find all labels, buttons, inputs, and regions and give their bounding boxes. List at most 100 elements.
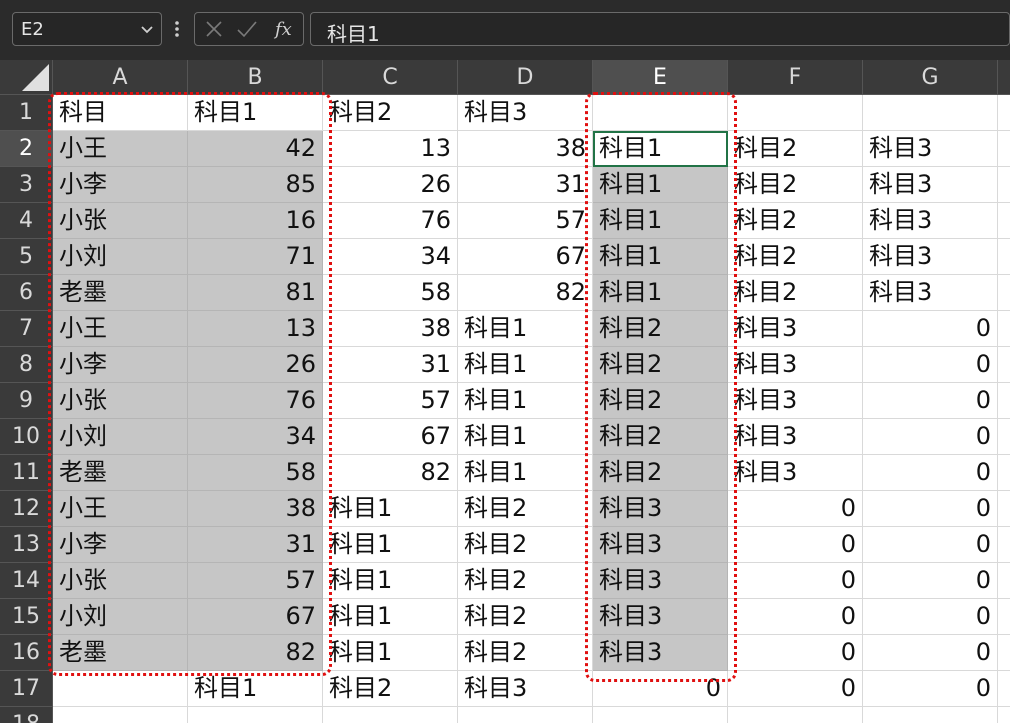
row-header-10[interactable]: 10: [0, 419, 53, 455]
enter-check-icon[interactable]: [235, 18, 259, 40]
name-box[interactable]: E2: [12, 12, 162, 46]
cell-C14[interactable]: 科目1: [323, 563, 458, 599]
cell-H3[interactable]: [998, 167, 1010, 203]
cell-F15[interactable]: 0: [728, 599, 863, 635]
cell-H11[interactable]: [998, 455, 1010, 491]
cell-C8[interactable]: 31: [323, 347, 458, 383]
cell-C7[interactable]: 38: [323, 311, 458, 347]
cell-F2[interactable]: 科目2: [728, 131, 863, 167]
cell-D15[interactable]: 科目2: [458, 599, 593, 635]
row-header-18[interactable]: 18: [0, 707, 53, 723]
cell-H18[interactable]: [998, 707, 1010, 723]
cell-B14[interactable]: 57: [188, 563, 323, 599]
cell-E2[interactable]: 科目1: [593, 131, 728, 167]
cell-G10[interactable]: 0: [863, 419, 998, 455]
cell-D4[interactable]: 57: [458, 203, 593, 239]
cell-G1[interactable]: [863, 95, 998, 131]
cell-A18[interactable]: [53, 707, 188, 723]
cell-D1[interactable]: 科目3: [458, 95, 593, 131]
cell-C3[interactable]: 26: [323, 167, 458, 203]
cell-A7[interactable]: 小王: [53, 311, 188, 347]
cell-D11[interactable]: 科目1: [458, 455, 593, 491]
formula-input[interactable]: 科目1: [310, 12, 1010, 46]
row-header-4[interactable]: 4: [0, 203, 53, 239]
cell-D8[interactable]: 科目1: [458, 347, 593, 383]
cell-B11[interactable]: 58: [188, 455, 323, 491]
cell-D3[interactable]: 31: [458, 167, 593, 203]
cell-F5[interactable]: 科目2: [728, 239, 863, 275]
cell-D6[interactable]: 82: [458, 275, 593, 311]
cell-H17[interactable]: [998, 671, 1010, 707]
cell-G2[interactable]: 科目3: [863, 131, 998, 167]
cell-F10[interactable]: 科目3: [728, 419, 863, 455]
cell-A15[interactable]: 小刘: [53, 599, 188, 635]
cell-A12[interactable]: 小王: [53, 491, 188, 527]
cell-B15[interactable]: 67: [188, 599, 323, 635]
cell-D5[interactable]: 67: [458, 239, 593, 275]
cell-B6[interactable]: 81: [188, 275, 323, 311]
row-header-11[interactable]: 11: [0, 455, 53, 491]
cell-H9[interactable]: [998, 383, 1010, 419]
cell-E7[interactable]: 科目2: [593, 311, 728, 347]
column-header-A[interactable]: A: [53, 60, 188, 95]
cell-D18[interactable]: [458, 707, 593, 723]
cell-D12[interactable]: 科目2: [458, 491, 593, 527]
cell-A9[interactable]: 小张: [53, 383, 188, 419]
cell-B13[interactable]: 31: [188, 527, 323, 563]
column-header-C[interactable]: C: [323, 60, 458, 95]
insert-function-icon[interactable]: fx: [273, 17, 299, 41]
cell-H5[interactable]: [998, 239, 1010, 275]
row-header-9[interactable]: 9: [0, 383, 53, 419]
cell-A1[interactable]: 科目: [53, 95, 188, 131]
cell-H6[interactable]: [998, 275, 1010, 311]
cell-F18[interactable]: [728, 707, 863, 723]
cell-C4[interactable]: 76: [323, 203, 458, 239]
cancel-icon[interactable]: [203, 18, 225, 40]
cell-G4[interactable]: 科目3: [863, 203, 998, 239]
cell-F9[interactable]: 科目3: [728, 383, 863, 419]
cell-B5[interactable]: 71: [188, 239, 323, 275]
cell-F4[interactable]: 科目2: [728, 203, 863, 239]
cell-G3[interactable]: 科目3: [863, 167, 998, 203]
cell-A3[interactable]: 小李: [53, 167, 188, 203]
cell-E8[interactable]: 科目2: [593, 347, 728, 383]
cell-C17[interactable]: 科目2: [323, 671, 458, 707]
cell-C9[interactable]: 57: [323, 383, 458, 419]
cell-G12[interactable]: 0: [863, 491, 998, 527]
cell-A2[interactable]: 小王: [53, 131, 188, 167]
cell-E14[interactable]: 科目3: [593, 563, 728, 599]
cell-C12[interactable]: 科目1: [323, 491, 458, 527]
cell-G6[interactable]: 科目3: [863, 275, 998, 311]
cell-H16[interactable]: [998, 635, 1010, 671]
cell-F6[interactable]: 科目2: [728, 275, 863, 311]
cell-H15[interactable]: [998, 599, 1010, 635]
cell-H10[interactable]: [998, 419, 1010, 455]
cell-C11[interactable]: 82: [323, 455, 458, 491]
cell-F17[interactable]: 0: [728, 671, 863, 707]
cell-H8[interactable]: [998, 347, 1010, 383]
cell-C6[interactable]: 58: [323, 275, 458, 311]
cell-B16[interactable]: 82: [188, 635, 323, 671]
cell-D17[interactable]: 科目3: [458, 671, 593, 707]
cell-D16[interactable]: 科目2: [458, 635, 593, 671]
cell-G13[interactable]: 0: [863, 527, 998, 563]
row-header-7[interactable]: 7: [0, 311, 53, 347]
cell-B1[interactable]: 科目1: [188, 95, 323, 131]
cell-F3[interactable]: 科目2: [728, 167, 863, 203]
cell-C10[interactable]: 67: [323, 419, 458, 455]
cell-D10[interactable]: 科目1: [458, 419, 593, 455]
cell-F14[interactable]: 0: [728, 563, 863, 599]
cell-E3[interactable]: 科目1: [593, 167, 728, 203]
cell-C15[interactable]: 科目1: [323, 599, 458, 635]
cell-H4[interactable]: [998, 203, 1010, 239]
cell-F13[interactable]: 0: [728, 527, 863, 563]
cell-B7[interactable]: 13: [188, 311, 323, 347]
cell-E11[interactable]: 科目2: [593, 455, 728, 491]
cell-D7[interactable]: 科目1: [458, 311, 593, 347]
cell-E4[interactable]: 科目1: [593, 203, 728, 239]
cell-G5[interactable]: 科目3: [863, 239, 998, 275]
cell-A17[interactable]: [53, 671, 188, 707]
cell-B12[interactable]: 38: [188, 491, 323, 527]
cell-D9[interactable]: 科目1: [458, 383, 593, 419]
cell-E5[interactable]: 科目1: [593, 239, 728, 275]
